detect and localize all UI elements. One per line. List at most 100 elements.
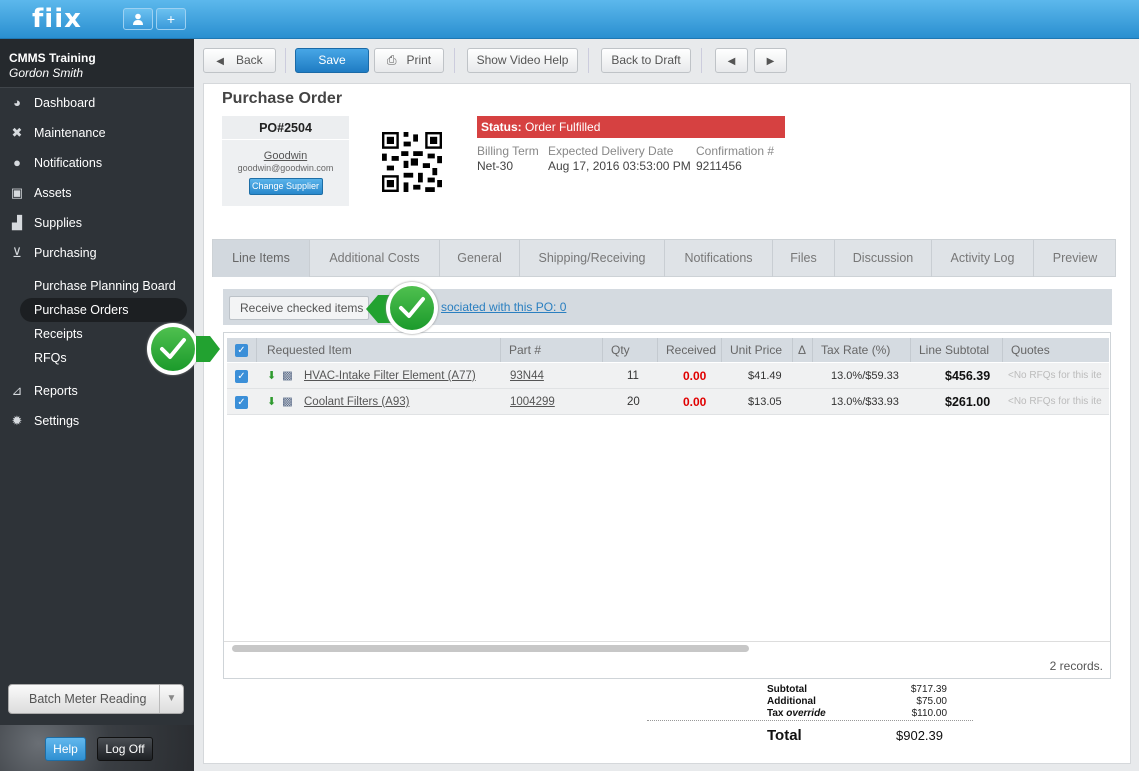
horizontal-scrollbar[interactable] <box>232 645 749 652</box>
nav-settings[interactable]: ✹ Settings <box>0 408 194 434</box>
total-row: Total $902.39 <box>767 727 943 747</box>
item-link[interactable]: Coolant Filters (A93) <box>304 389 409 415</box>
toolbar: ◀ Back Save ⎙ Print Show Video Help Back t… <box>194 39 1139 81</box>
tab-bar: Line Items Additional Costs General Ship… <box>212 239 1116 277</box>
received-cell: 0.00 <box>683 395 707 409</box>
arrow-down-icon: ⬇ <box>267 396 277 408</box>
tax-row: Tax override $110.00 <box>767 708 947 720</box>
dashboard-icon: ◕ <box>13 95 21 110</box>
user-name: Gordon Smith <box>9 66 84 80</box>
header-line-subtotal[interactable]: Line Subtotal <box>911 338 1003 362</box>
qty-cell: 20 <box>627 396 640 408</box>
divider <box>224 641 1110 642</box>
fiix-logo[interactable]: fiix <box>32 4 82 34</box>
line-items-grid: ✓ Requested Item Part # Qty Received Uni… <box>223 332 1111 679</box>
status-label: Status: <box>481 120 522 134</box>
nav-label: Notifications <box>34 156 103 170</box>
print-label: Print <box>406 53 432 67</box>
arrow-down-icon: ⬇ <box>267 370 277 382</box>
part-link[interactable]: 1004299 <box>510 389 555 415</box>
associated-rfqs-link[interactable]: sociated with this PO: 0 <box>441 300 566 314</box>
logoff-button[interactable]: Log Off <box>97 737 153 761</box>
part-link[interactable]: 93N44 <box>510 363 544 389</box>
status-value: Order Fulfilled <box>525 120 601 134</box>
help-button[interactable]: Help <box>45 737 86 761</box>
tab-line-items[interactable]: Line Items <box>213 240 310 277</box>
additional-label: Additional <box>767 696 816 707</box>
nav-assets[interactable]: ▣ Assets <box>0 180 194 206</box>
next-button[interactable]: ▶ <box>754 48 787 73</box>
arrow-right-icon: ▶ <box>766 56 775 67</box>
tab-preview[interactable]: Preview <box>1034 240 1116 277</box>
select-all-checkbox[interactable]: ✓ <box>235 344 248 357</box>
change-supplier-button[interactable]: Change Supplier <box>248 178 323 195</box>
arrow-left-icon: ◀ <box>216 56 224 67</box>
qty-cell: 11 <box>627 370 639 382</box>
nav-dashboard[interactable]: ◕ Dashboard <box>0 90 194 116</box>
divider <box>701 48 702 73</box>
nav-label: Supplies <box>34 216 82 230</box>
nav-purchase-planning-board[interactable]: Purchase Planning Board <box>20 274 187 298</box>
user-button[interactable] <box>123 8 153 30</box>
add-button[interactable]: + <box>156 8 186 30</box>
forklift-icon: ▟ <box>12 215 22 230</box>
tab-files[interactable]: Files <box>773 240 835 277</box>
po-number: PO#2504 <box>222 116 349 140</box>
nav-maintenance[interactable]: ✖ Maintenance <box>0 120 194 146</box>
divider <box>285 48 286 73</box>
nav-supplies[interactable]: ▟ Supplies <box>0 210 194 236</box>
header-delta[interactable]: Δ <box>793 338 813 362</box>
header-unit-price[interactable]: Unit Price <box>722 338 793 362</box>
previous-button[interactable]: ◀ <box>715 48 748 73</box>
checkmark-callout-icon <box>386 282 438 334</box>
subtotal-value: $717.39 <box>910 684 947 695</box>
header-tax-rate[interactable]: Tax Rate (%) <box>813 338 911 362</box>
table-row[interactable]: ✓ ⬇ ▩ Coolant Filters (A93) 1004299 20 0… <box>227 389 1109 415</box>
tab-notifications[interactable]: Notifications <box>665 240 773 277</box>
tab-general[interactable]: General <box>440 240 520 277</box>
unit-price-cell: $13.05 <box>748 396 782 408</box>
show-video-help-button[interactable]: Show Video Help <box>467 48 578 73</box>
qr-code-icon <box>382 132 442 192</box>
nav-label: Purchasing <box>34 246 97 260</box>
header-requested-item[interactable]: Requested Item <box>257 338 501 362</box>
tab-activity-log[interactable]: Activity Log <box>932 240 1034 277</box>
nav-purchase-orders[interactable]: Purchase Orders <box>20 298 187 322</box>
row-checkbox[interactable]: ✓ <box>235 370 248 383</box>
nav-label: Assets <box>34 186 72 200</box>
chevron-down-icon[interactable]: ▼ <box>159 685 183 713</box>
tax-cell: 13.0%/$33.93 <box>831 396 899 408</box>
header-received[interactable]: Received <box>658 338 722 362</box>
nav-notifications[interactable]: ● Notifications <box>0 150 194 176</box>
subtotal-label: Subtotal <box>767 684 807 695</box>
printer-icon: ⎙ <box>386 53 397 67</box>
receive-checked-items-button[interactable]: Receive checked items <box>229 296 369 320</box>
tab-discussion[interactable]: Discussion <box>835 240 932 277</box>
print-button[interactable]: ⎙ Print <box>374 48 444 73</box>
item-link[interactable]: HVAC-Intake Filter Element (A77) <box>304 363 476 389</box>
row-checkbox[interactable]: ✓ <box>235 396 248 409</box>
unit-price-cell: $41.49 <box>748 370 782 382</box>
tab-additional-costs[interactable]: Additional Costs <box>310 240 440 277</box>
tab-shipping-receiving[interactable]: Shipping/Receiving <box>520 240 665 277</box>
batch-meter-reading-button[interactable]: Batch Meter Reading ▼ <box>8 684 184 714</box>
save-button[interactable]: Save <box>295 48 369 73</box>
checkmark-callout-icon <box>147 323 199 375</box>
delivery-date-label: Expected Delivery Date <box>548 144 674 158</box>
top-bar: fiix + <box>0 0 1139 39</box>
part-icon: ▩ <box>282 370 293 382</box>
header-part[interactable]: Part # <box>501 338 603 362</box>
wrench-icon: ✖ <box>11 125 23 140</box>
supplier-link[interactable]: Goodwin <box>222 150 349 162</box>
back-button[interactable]: ◀ Back <box>203 48 276 73</box>
header-qty[interactable]: Qty <box>603 338 658 362</box>
nav-reports[interactable]: ⊿ Reports <box>0 378 194 404</box>
sidebar: CMMS Training Gordon Smith ◕ Dashboard ✖ M… <box>0 39 194 771</box>
tax-label-text: Tax <box>767 708 784 719</box>
table-row[interactable]: ✓ ⬇ ▩ HVAC-Intake Filter Element (A77) 9… <box>227 363 1109 389</box>
header-quotes[interactable]: Quotes <box>1003 338 1109 362</box>
nav-purchasing[interactable]: ⊻ Purchasing <box>0 240 194 266</box>
delivery-date-value: Aug 17, 2016 03:53:00 PM <box>548 159 691 173</box>
chart-icon: ⊿ <box>11 383 23 398</box>
back-to-draft-button[interactable]: Back to Draft <box>601 48 691 73</box>
